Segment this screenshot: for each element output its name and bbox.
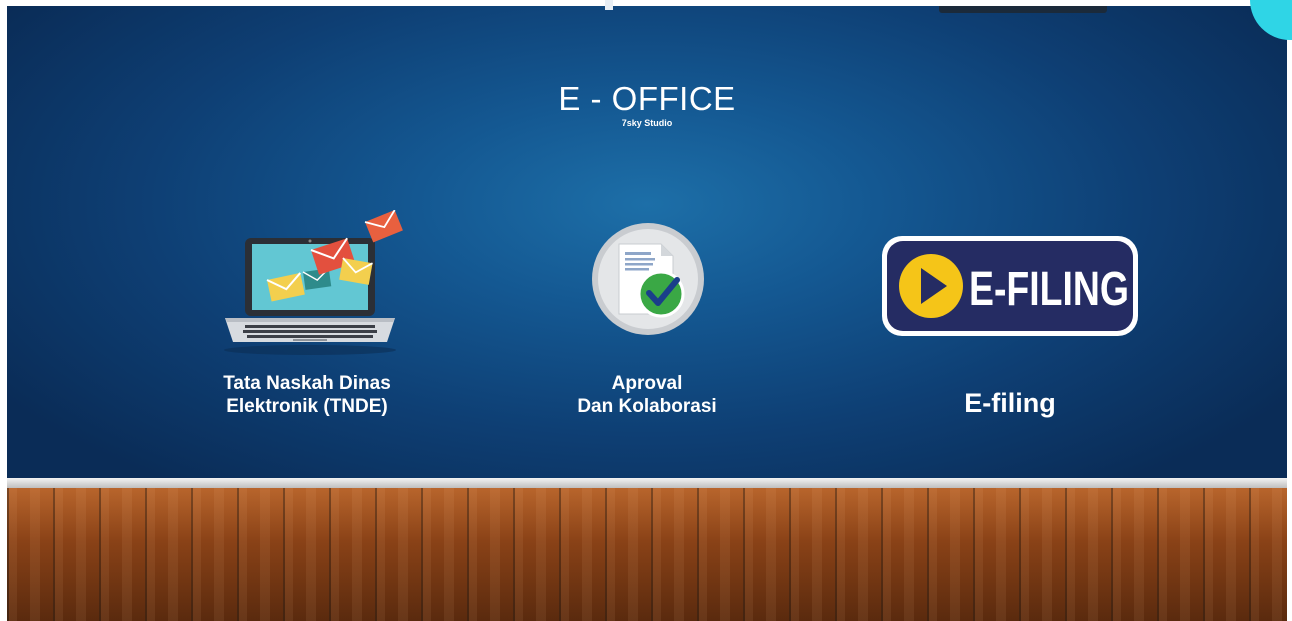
document-check-icon — [591, 222, 705, 336]
top-gap — [605, 0, 613, 10]
page-title: E - OFFICE — [558, 80, 736, 117]
shelf-edge — [7, 478, 1287, 488]
app-tile-tnde[interactable]: Tata Naskah Dinas Elektronik (TNDE) — [187, 206, 427, 436]
top-handle-bar — [939, 6, 1107, 13]
app-label-efiling: E-filing — [964, 388, 1056, 418]
efiling-logo-text: E-FILING — [969, 263, 1129, 316]
corner-accent-icon — [1232, 0, 1292, 60]
efiling-logo: E-FILING — [881, 235, 1139, 337]
app-tile-approval[interactable]: Aproval Dan Kolaborasi — [547, 216, 747, 436]
laptop-mail-icon — [215, 209, 405, 360]
wood-floor — [7, 488, 1287, 621]
app-label-tnde: Tata Naskah Dinas Elektronik (TNDE) — [223, 373, 391, 417]
app-label-approval: Aproval Dan Kolaborasi — [577, 373, 717, 417]
app-screen: E - OFFICE 7sky Studio Tata Naskah Dinas… — [0, 0, 1292, 621]
app-tile-efiling[interactable]: E-FILING E-filing — [875, 232, 1145, 422]
stage-background: E - OFFICE 7sky Studio Tata Naskah Dinas… — [7, 6, 1287, 478]
page-subtitle: 7sky Studio — [621, 118, 673, 128]
